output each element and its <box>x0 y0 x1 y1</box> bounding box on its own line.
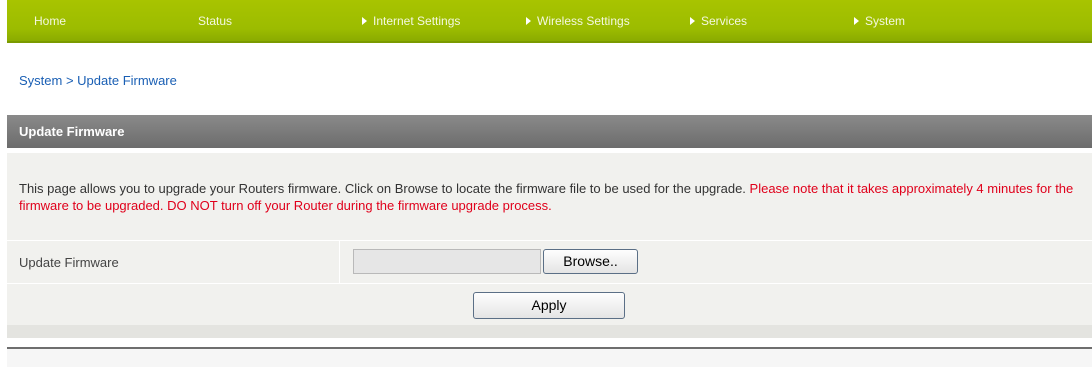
nav-system-label: System <box>865 14 906 28</box>
nav-wireless-settings-label: Wireless Settings <box>537 14 630 28</box>
nav-home-label: Home <box>34 14 67 28</box>
description-text: This page allows you to upgrade your Rou… <box>19 181 750 196</box>
page-description: This page allows you to upgrade your Rou… <box>19 180 1079 214</box>
nav-system[interactable]: System <box>854 14 905 28</box>
triangle-right-icon <box>854 17 859 25</box>
firmware-label: Update Firmware <box>19 255 119 270</box>
triangle-right-icon <box>526 17 531 25</box>
apply-button[interactable]: Apply <box>473 292 625 319</box>
browse-button[interactable]: Browse.. <box>543 249 638 274</box>
nav-services[interactable]: Services <box>690 14 747 28</box>
nav-internet-settings[interactable]: Internet Settings <box>362 14 460 28</box>
triangle-right-icon <box>362 17 367 25</box>
nav-wireless-settings[interactable]: Wireless Settings <box>526 14 630 28</box>
nav-status[interactable]: Status <box>198 14 232 28</box>
content-bottom-strip <box>7 325 1092 338</box>
footer-area <box>7 349 1092 367</box>
section-title: Update Firmware <box>7 115 1092 148</box>
nav-internet-settings-label: Internet Settings <box>373 14 461 28</box>
nav-status-label: Status <box>198 14 233 28</box>
breadcrumb: System > Update Firmware <box>19 73 177 88</box>
top-navigation-bar: Home Status Internet Settings Wireless S… <box>7 0 1092 43</box>
triangle-right-icon <box>690 17 695 25</box>
row-divider <box>339 240 340 284</box>
nav-home[interactable]: Home <box>34 14 66 28</box>
nav-services-label: Services <box>701 14 748 28</box>
firmware-file-field[interactable] <box>353 249 541 274</box>
